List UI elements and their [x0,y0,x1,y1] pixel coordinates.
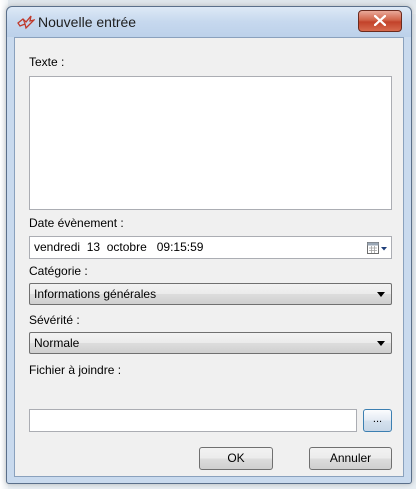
severity-value: Normale [34,336,80,350]
category-label: Catégorie : [29,264,88,278]
attachment-label: Fichier à joindre : [29,363,122,377]
category-select[interactable]: Informations générales [29,283,392,305]
severity-label: Sévérité : [29,313,80,327]
title-bar[interactable]: Nouvelle entrée [7,7,411,37]
attachment-field[interactable] [29,409,357,432]
event-date-picker[interactable]: vendredi 13 octobre 09:15:59 [29,236,392,259]
chevron-down-icon[interactable] [377,292,385,297]
text-field[interactable] [29,76,392,210]
severity-select[interactable]: Normale [29,332,392,354]
close-button[interactable] [358,10,402,32]
cancel-button[interactable]: Annuler [309,447,392,470]
text-label: Texte : [29,55,65,69]
category-value: Informations générales [34,287,157,301]
close-icon [374,15,386,26]
event-date-label: Date évènement : [29,216,124,230]
chevron-down-icon[interactable] [377,341,385,346]
window-title: Nouvelle entrée [38,14,137,30]
ok-button[interactable]: OK [199,447,273,470]
event-date-value[interactable]: vendredi 13 octobre 09:15:59 [34,240,203,254]
dialog-content: Texte : Date évènement : vendredi 13 oct… [14,37,404,477]
bird-logo-icon [17,14,37,30]
browse-button[interactable]: ... [363,409,392,432]
dialog-window: Nouvelle entrée Texte : Date évènement :… [6,6,412,484]
calendar-icon[interactable] [367,241,387,255]
